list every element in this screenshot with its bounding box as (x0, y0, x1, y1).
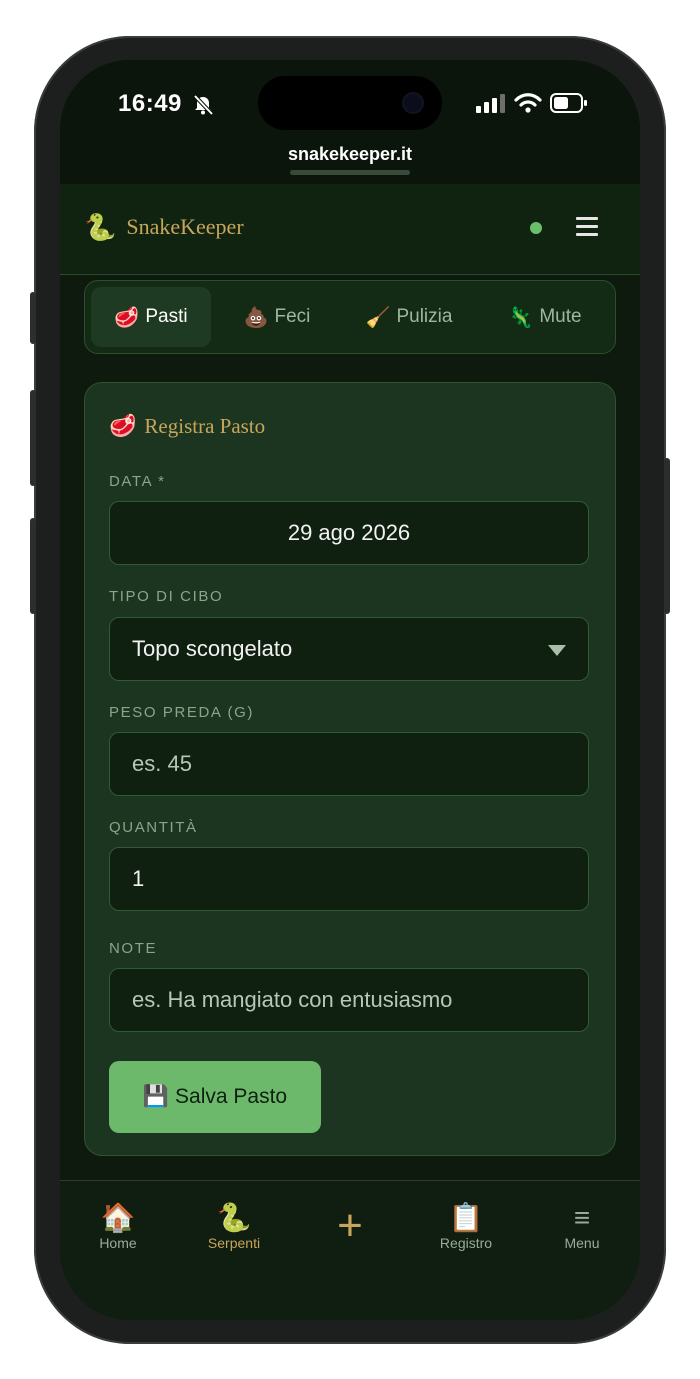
floppy-disk-icon: 💾 (142, 1085, 170, 1108)
house-icon: 🏠 (100, 1202, 136, 1233)
status-bar: 16:49 snakekeeper.it (60, 60, 640, 190)
url-underline (290, 170, 410, 175)
bottom-nav: 🏠 Home 🐍 Serpenti + 📋 Registro ≡ Menu (60, 1180, 640, 1320)
tab-label: Pasti (145, 306, 188, 327)
brand-name: SnakeKeeper (126, 214, 244, 239)
status-time: 16:49 (118, 90, 182, 117)
date-label: DATA * (109, 473, 166, 490)
browser-url[interactable]: snakekeeper.it (60, 144, 640, 165)
card-title: 🥩 Registra Pasto (109, 413, 265, 439)
lizard-icon: 🦎 (508, 306, 534, 329)
hamburger-menu-icon[interactable] (576, 217, 598, 241)
quantity-label: QUANTITÀ (109, 819, 198, 836)
nav-registro-label: Registro (439, 1235, 493, 1251)
poop-icon: 💩 (243, 306, 269, 329)
prey-weight-placeholder: es. 45 (132, 751, 192, 776)
side-button-volume-down (30, 518, 36, 614)
save-button-label: Salva Pasto (175, 1085, 288, 1108)
card-title-text: Registra Pasto (144, 413, 266, 438)
app-header: 🐍 SnakeKeeper (60, 184, 640, 275)
notes-input[interactable]: es. Ha mangiato con entusiasmo (109, 968, 589, 1032)
snake-icon: 🐍 (216, 1202, 252, 1233)
bell-slash-icon (193, 94, 214, 116)
date-value: 29 ago 2026 (287, 520, 411, 545)
food-type-label: TIPO DI CIBO (109, 588, 224, 605)
battery-icon (550, 93, 587, 113)
add-record-button[interactable]: + (292, 1201, 408, 1251)
menu-icon: ≡ (573, 1202, 591, 1233)
caret-down-icon (548, 645, 566, 656)
quantity-value: 1 (132, 866, 145, 891)
tab-label: Feci (274, 306, 311, 327)
tab-pasti[interactable]: 🥩 Pasti (91, 287, 211, 347)
prey-weight-input[interactable]: es. 45 (109, 732, 589, 796)
date-field[interactable]: 29 ago 2026 (109, 501, 589, 565)
nav-home[interactable]: 🏠 Home (60, 1201, 176, 1251)
camera-icon (404, 94, 422, 112)
meat-icon: 🥩 (109, 413, 137, 438)
tab-mute[interactable]: 🦎 Mute (481, 287, 609, 347)
online-status-dot (530, 222, 542, 234)
clipboard-icon: 📋 (448, 1202, 484, 1233)
tab-pulizia[interactable]: 🧹 Pulizia (343, 287, 475, 347)
nav-serpenti[interactable]: 🐍 Serpenti (176, 1201, 292, 1251)
quantity-input[interactable]: 1 (109, 847, 589, 911)
screen: 16:49 snakekeeper.it 🐍 SnakeKeeper 🥩 Pas… (60, 60, 640, 1320)
side-button-power (664, 458, 670, 614)
brand[interactable]: 🐍 SnakeKeeper (84, 214, 244, 240)
nav-serpenti-label: Serpenti (207, 1235, 261, 1251)
side-button-silent (30, 292, 36, 344)
snake-icon: 🐍 (84, 212, 117, 242)
notes-placeholder: es. Ha mangiato con entusiasmo (132, 987, 453, 1012)
broom-icon: 🧹 (365, 306, 391, 329)
nav-menu[interactable]: ≡ Menu (524, 1201, 640, 1251)
plus-icon: + (337, 1201, 363, 1250)
meat-icon: 🥩 (114, 306, 140, 329)
tab-feci[interactable]: 💩 Feci (217, 287, 337, 347)
food-type-select[interactable]: Topo scongelato (109, 617, 589, 681)
side-button-volume-up (30, 390, 36, 486)
food-type-value: Topo scongelato (132, 636, 293, 661)
prey-weight-label: PESO PREDA (G) (109, 704, 254, 721)
wifi-icon (514, 93, 542, 113)
tab-label: Pulizia (396, 306, 453, 327)
nav-menu-label: Menu (564, 1235, 600, 1251)
tab-label: Mute (539, 306, 582, 327)
nav-home-label: Home (99, 1235, 137, 1251)
cellular-signal-icon (476, 94, 505, 113)
notes-label: NOTE (109, 940, 158, 957)
record-type-tabs: 🥩 Pasti 💩 Feci 🧹 Pulizia 🦎 Mute (84, 280, 616, 354)
meal-form-card: 🥩 Registra Pasto DATA * 29 ago 2026 TIPO… (84, 382, 616, 1156)
nav-registro[interactable]: 📋 Registro (408, 1201, 524, 1251)
save-meal-button[interactable]: 💾 Salva Pasto (109, 1061, 321, 1133)
